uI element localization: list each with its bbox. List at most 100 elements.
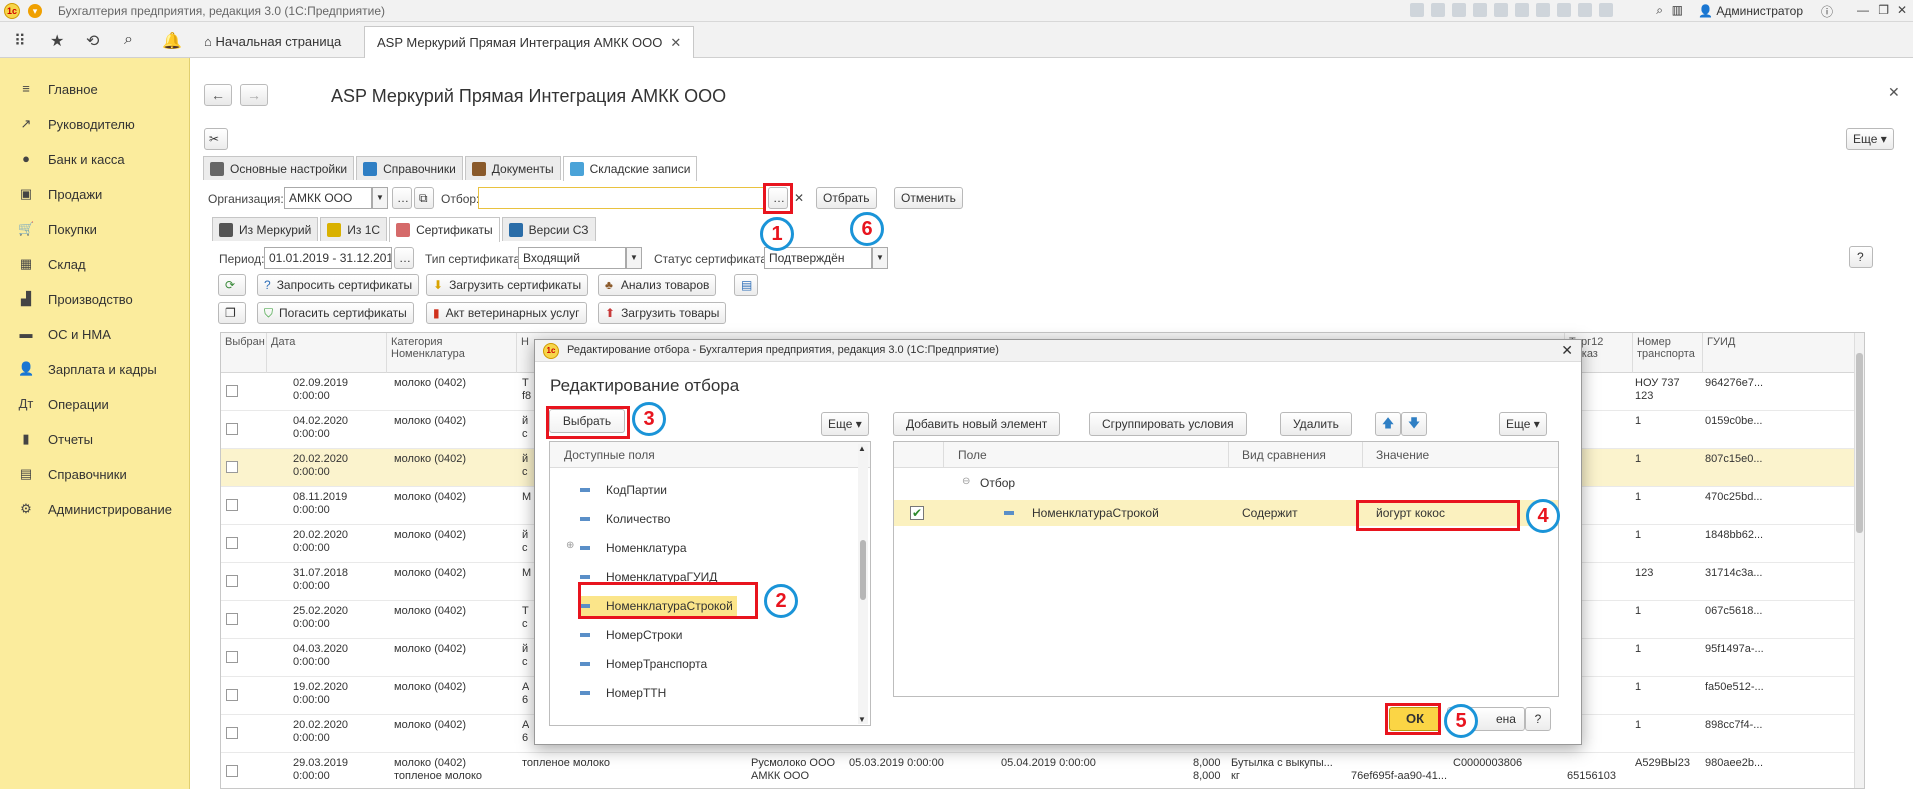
- col-field[interactable]: Поле: [958, 448, 987, 462]
- move-down-button[interactable]: 🡇: [1401, 412, 1427, 436]
- field-item[interactable]: НомерСтроки: [580, 625, 682, 645]
- field-item[interactable]: Номенклатура: [580, 538, 687, 558]
- row-checkbox[interactable]: [226, 765, 238, 777]
- tab-certificates[interactable]: Сертификаты: [389, 217, 500, 242]
- vet-act-button[interactable]: ▮ Акт ветеринарных услуг: [426, 302, 587, 324]
- col-transport[interactable]: Номер транспорта: [1633, 333, 1703, 373]
- copy-icon[interactable]: [1452, 3, 1466, 17]
- condition-compare[interactable]: Содержит: [1242, 506, 1298, 520]
- sidebar-item-bank[interactable]: ● Банк и касса: [18, 149, 124, 169]
- fields-scroll-thumb[interactable]: [860, 540, 866, 600]
- col-value[interactable]: Значение: [1376, 448, 1429, 462]
- row-checkbox[interactable]: [226, 461, 238, 473]
- print-icon[interactable]: [1431, 3, 1445, 17]
- org-dropdown-icon[interactable]: ▼: [372, 187, 388, 209]
- cert-status-dropdown-icon[interactable]: ▼: [872, 247, 888, 269]
- org-open-button[interactable]: ⧉: [414, 187, 434, 209]
- back-button[interactable]: ←: [204, 84, 232, 106]
- help-button[interactable]: ?: [1849, 246, 1873, 268]
- close-tab-icon[interactable]: ✕: [670, 35, 681, 50]
- tab-from-mercury[interactable]: Из Меркурий: [212, 217, 319, 241]
- grid-menu-icon[interactable]: ⠿: [14, 31, 26, 51]
- bell-icon[interactable]: 🔔: [162, 31, 182, 51]
- field-item[interactable]: КодПартии: [580, 480, 667, 500]
- refresh-icon-button[interactable]: ⟳: [218, 274, 246, 296]
- filter-apply-button[interactable]: Отбрать: [816, 187, 877, 209]
- calendar-icon[interactable]: [1515, 3, 1529, 17]
- settings-tool-button[interactable]: ✂: [204, 128, 228, 150]
- col-selected[interactable]: Выбран: [221, 333, 267, 373]
- restore-icon[interactable]: ❐: [1878, 3, 1889, 17]
- sidebar-item-main[interactable]: ≡ Главное: [18, 79, 97, 99]
- memory-m-icon[interactable]: [1557, 3, 1571, 17]
- delete-button[interactable]: Удалить: [1280, 412, 1352, 436]
- dialog-help-button[interactable]: ?: [1525, 707, 1551, 731]
- tab-catalogs[interactable]: Справочники: [356, 156, 463, 180]
- field-item[interactable]: НомерТТН: [580, 683, 666, 703]
- sidebar-item-payroll[interactable]: 👤 Зарплата и кадры: [18, 359, 157, 379]
- period-select-button[interactable]: …: [394, 247, 414, 269]
- filter-clear-icon[interactable]: ✕: [794, 191, 804, 205]
- calculator-icon[interactable]: [1536, 3, 1550, 17]
- left-more-button[interactable]: Еще ▾: [821, 412, 869, 436]
- tab-asp-mercury[interactable]: ASP Меркурий Прямая Интеграция АМКК ООО ✕: [364, 26, 695, 58]
- sidebar-item-purchases[interactable]: 🛒 Покупки: [18, 219, 97, 239]
- memory-mminus-icon[interactable]: [1599, 3, 1613, 17]
- load-goods-button[interactable]: ⬆ Загрузить товары: [598, 302, 727, 324]
- expand-icon[interactable]: ⊕: [566, 540, 574, 551]
- sidebar-item-manager[interactable]: ↗ Руководителю: [18, 114, 135, 134]
- more-button[interactable]: Еще ▾: [1846, 128, 1894, 150]
- tab-home[interactable]: ⌂ Начальная страница: [192, 26, 353, 58]
- analyze-goods-button[interactable]: ♣ Анализ товаров: [598, 274, 717, 296]
- mail-icon[interactable]: [1473, 3, 1487, 17]
- save-icon[interactable]: [1410, 3, 1424, 17]
- sidebar-item-reports[interactable]: ▮ Отчеты: [18, 429, 93, 449]
- period-field[interactable]: 01.01.2019 - 31.12.2019: [264, 247, 392, 269]
- close-window-icon[interactable]: ✕: [1897, 3, 1907, 17]
- cert-type-dropdown-icon[interactable]: ▼: [626, 247, 642, 269]
- row-checkbox[interactable]: [226, 499, 238, 511]
- forward-button[interactable]: →: [240, 84, 268, 106]
- table-row[interactable]: 29.03.2019 0:00:00 молоко (0402) топленое …: [221, 753, 1864, 788]
- col-date[interactable]: Дата: [267, 333, 387, 373]
- row-checkbox[interactable]: [226, 651, 238, 663]
- sidebar-item-warehouse[interactable]: ▦ Склад: [18, 254, 86, 274]
- col-guid[interactable]: ГУИД: [1703, 333, 1864, 373]
- sidebar-item-fixed-assets[interactable]: ▬ ОС и НМА: [18, 324, 111, 344]
- tab-warehouse-records[interactable]: Складские записи: [562, 156, 698, 181]
- sidebar-item-operations[interactable]: Дт Операции: [18, 394, 109, 414]
- row-checkbox[interactable]: [226, 537, 238, 549]
- dialog-close-icon[interactable]: ✕: [1561, 342, 1573, 359]
- row-checkbox[interactable]: [226, 689, 238, 701]
- tab-main-settings[interactable]: Основные настройки: [203, 156, 355, 180]
- condition-enabled-checkbox[interactable]: ✔: [910, 506, 924, 520]
- sidebar-item-admin[interactable]: ⚙ Администрирование: [18, 499, 172, 519]
- filter-cancel-button[interactable]: Отменить: [894, 187, 963, 209]
- col-compare[interactable]: Вид сравнения: [1242, 448, 1326, 462]
- user-name[interactable]: 👤 Администратор: [1698, 4, 1803, 18]
- tab-versions-sz[interactable]: Версии СЗ: [501, 217, 596, 241]
- fields-scrollbar[interactable]: ▲ ▼: [858, 444, 868, 724]
- memory-mplus-icon[interactable]: [1578, 3, 1592, 17]
- scroll-down-icon[interactable]: ▼: [858, 715, 866, 724]
- load-certs-button[interactable]: ⬇ Загрузить сертификаты: [426, 274, 589, 296]
- history-icon[interactable]: ⟲: [86, 31, 99, 51]
- grid-scroll-thumb[interactable]: [1856, 353, 1863, 533]
- sidebar-item-catalogs[interactable]: ▤ Справочники: [18, 464, 127, 484]
- field-item[interactable]: Количество: [580, 509, 670, 529]
- export-icon-button[interactable]: ▤: [734, 274, 758, 296]
- info-icon[interactable]: ⓘ: [1821, 3, 1833, 20]
- group-row[interactable]: ⊖ Отбор: [894, 472, 1558, 494]
- row-checkbox[interactable]: [226, 575, 238, 587]
- right-more-button[interactable]: Еще ▾: [1499, 412, 1547, 436]
- row-checkbox[interactable]: [226, 385, 238, 397]
- move-up-button[interactable]: 🡅: [1375, 412, 1401, 436]
- sidebar-item-production[interactable]: ▟ Производство: [18, 289, 133, 309]
- close-form-icon[interactable]: ✕: [1888, 84, 1900, 101]
- layout-icon[interactable]: ▥: [1672, 3, 1683, 17]
- field-item[interactable]: НомерТранспорта: [580, 654, 707, 674]
- filter-field[interactable]: [478, 187, 766, 209]
- request-certs-button[interactable]: ? Запросить сертификаты: [257, 274, 420, 296]
- org-field[interactable]: АМКК ООО: [284, 187, 372, 209]
- row-checkbox[interactable]: [226, 613, 238, 625]
